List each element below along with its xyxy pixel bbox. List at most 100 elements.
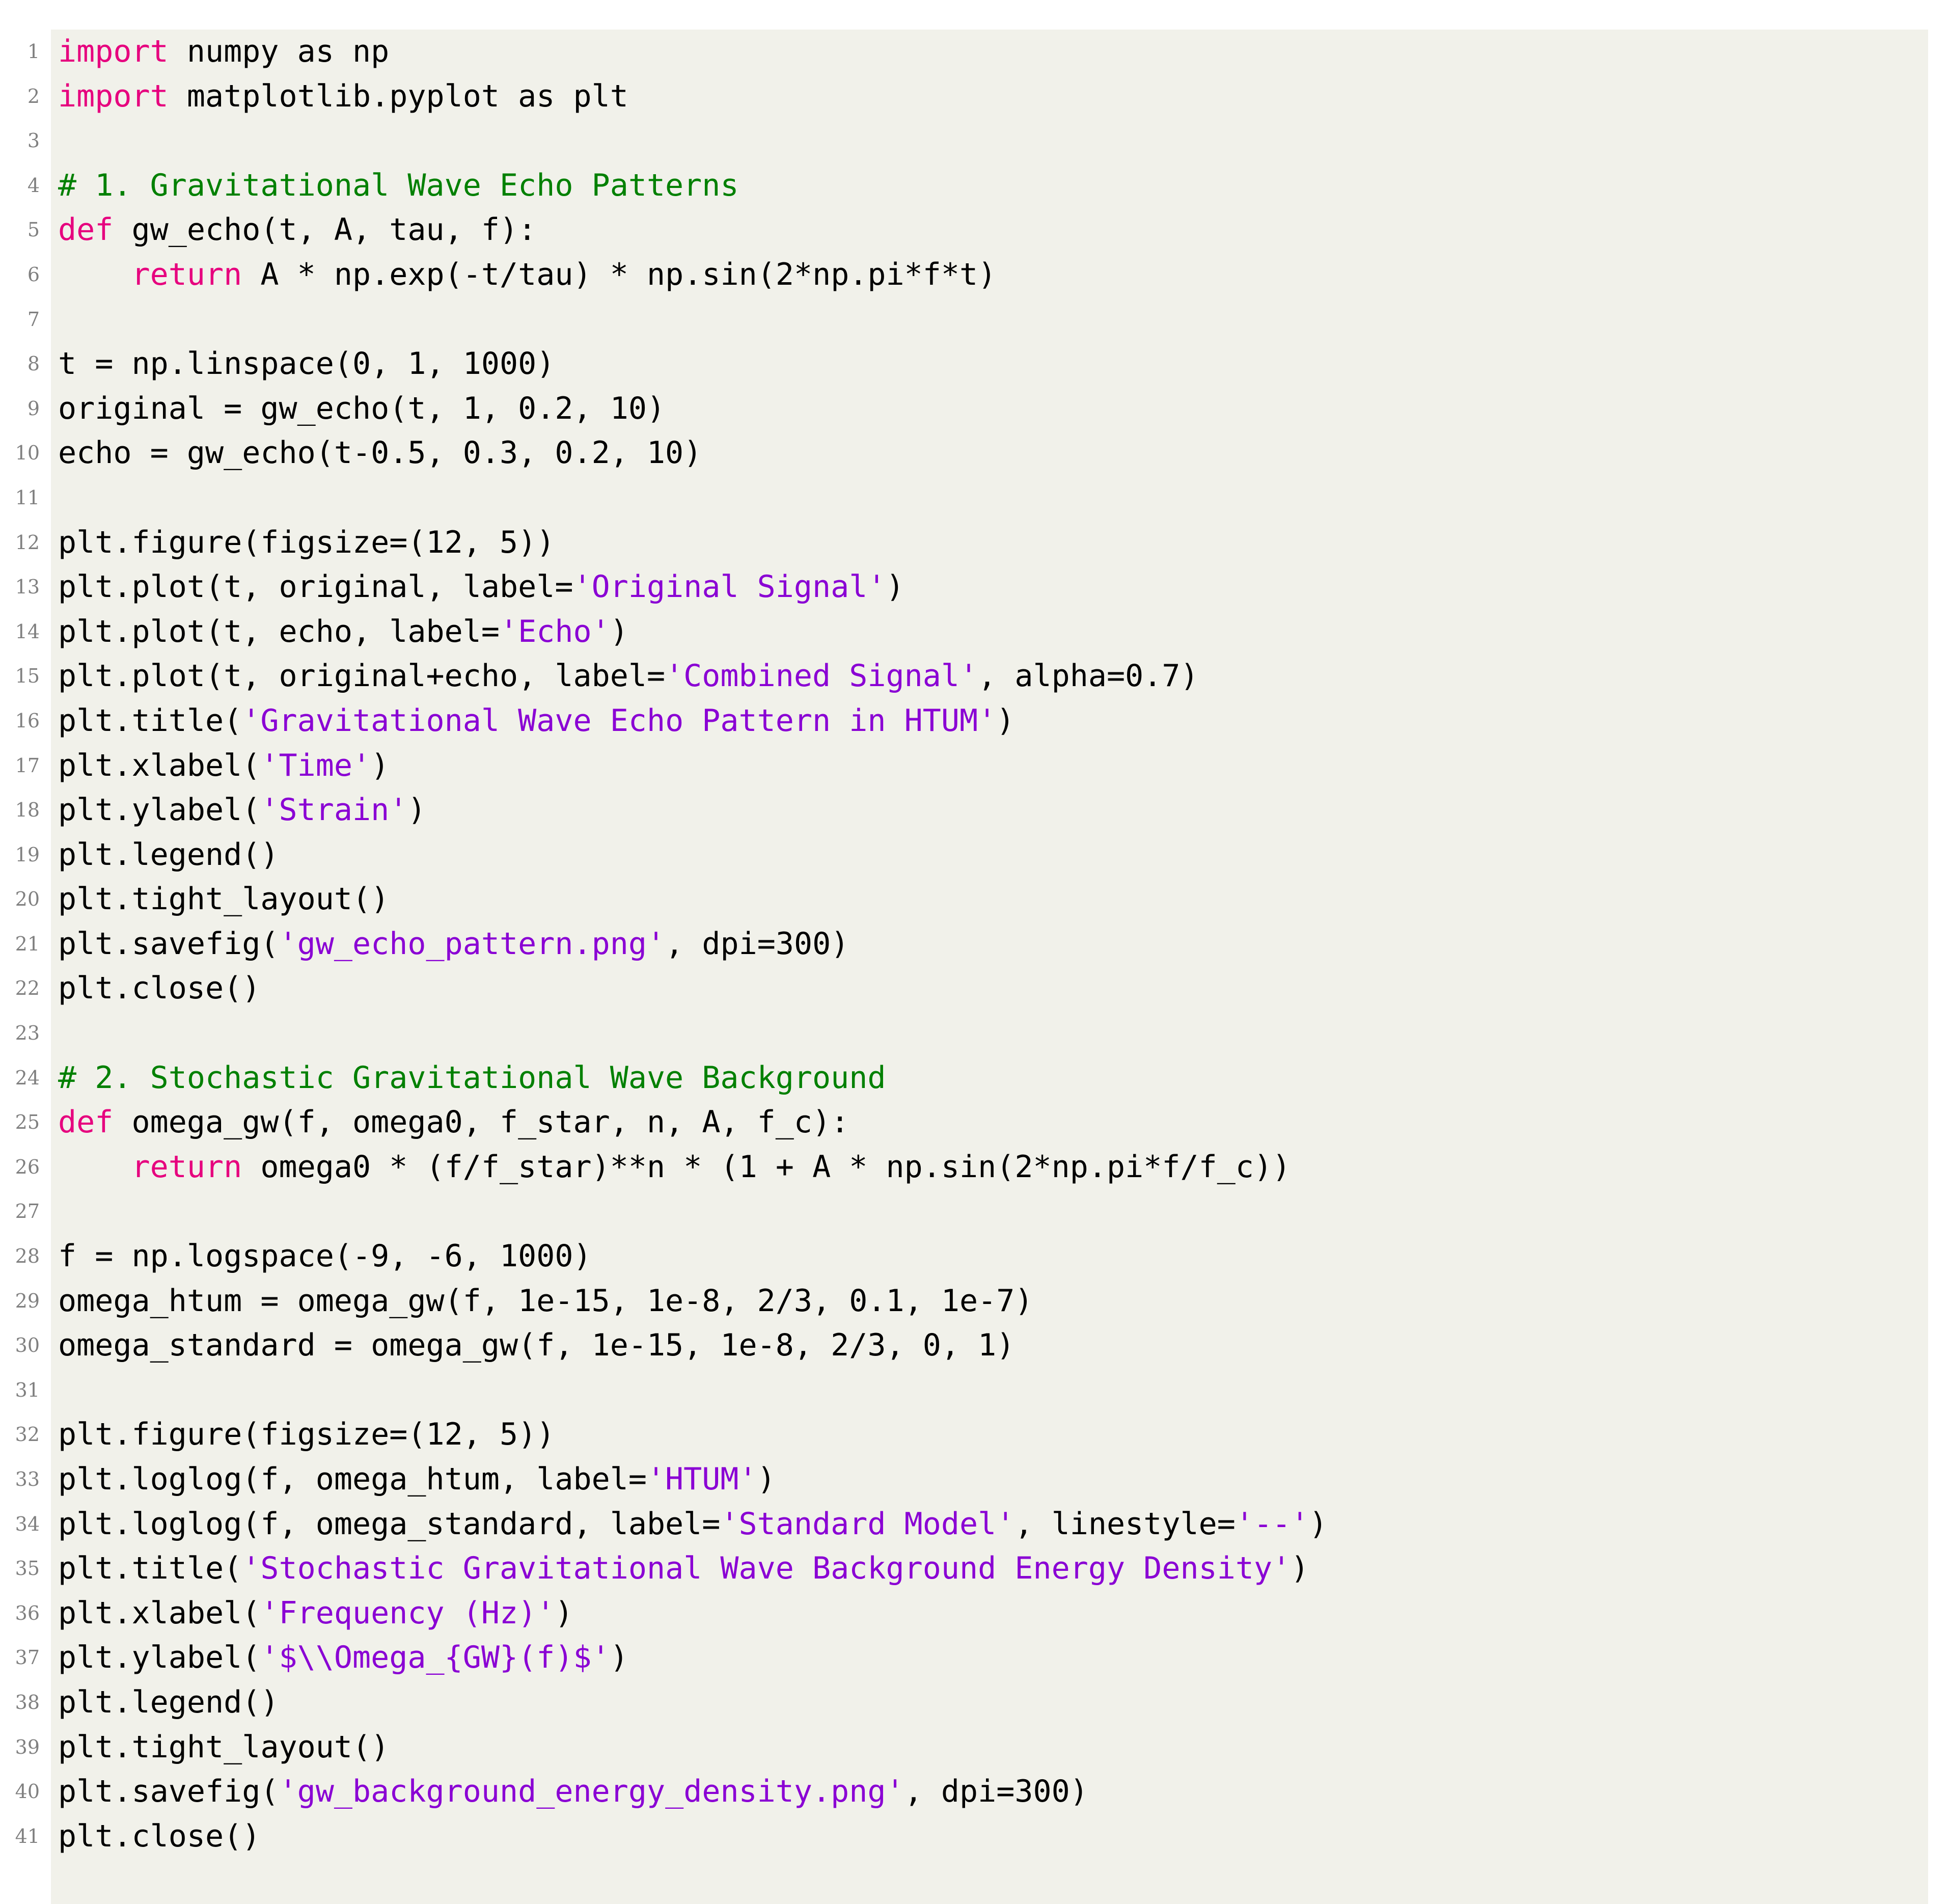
code-line[interactable]: 22 plt.close() (15, 966, 1928, 1011)
token-txt: plt.plot(t, echo, label= (58, 613, 500, 649)
token-kw: import (58, 78, 169, 114)
code-line[interactable]: 13 plt.plot(t, original, label='Original … (15, 565, 1928, 610)
token-str: 'Strain' (260, 792, 408, 828)
code-line[interactable]: 8 t = np.linspace(0, 1, 1000) (28, 342, 1928, 387)
token-str: 'Echo' (499, 613, 610, 649)
line-number: 5 (27, 219, 40, 241)
code-line-source: plt.close() (58, 966, 260, 1011)
code-line[interactable]: 24 # 2. Stochastic Gravitational Wave Bac… (15, 1056, 1928, 1101)
code-line[interactable]: 35 plt.title('Stochastic Gravitational Wa… (15, 1546, 1928, 1591)
code-line[interactable]: 28 f = np.logspace(-9, -6, 1000) (15, 1234, 1928, 1279)
code-line-source: # 2. Stochastic Gravitational Wave Backg… (58, 1056, 886, 1101)
code-line-source: import matplotlib.pyplot as plt (58, 74, 628, 119)
code-line[interactable]: 1 import numpy as np (28, 30, 1928, 74)
code-line[interactable]: 11 (15, 476, 1928, 521)
code-line[interactable]: 7 (28, 297, 1928, 342)
code-line[interactable]: 21 plt.savefig('gw_echo_pattern.png', dpi… (15, 922, 1928, 967)
line-number: 40 (15, 1780, 40, 1803)
code-line[interactable]: 39 plt.tight_layout() (15, 1725, 1928, 1770)
token-txt: ) (757, 1461, 776, 1497)
code-line-source: plt.tight_layout() (58, 877, 389, 922)
code-line[interactable]: 25 def omega_gw(f, omega0, f_star, n, A, … (15, 1100, 1928, 1145)
token-txt: matplotlib.pyplot as plt (168, 78, 628, 114)
token-txt: ) (996, 702, 1015, 739)
code-line[interactable]: 38 plt.legend() (15, 1680, 1928, 1725)
code-line[interactable]: 36 plt.xlabel('Frequency (Hz)') (15, 1591, 1928, 1636)
code-line[interactable]: 15 plt.plot(t, original+echo, label='Comb… (15, 654, 1928, 699)
token-txt: ) (610, 613, 628, 649)
code-line-source: plt.close() (58, 1814, 260, 1859)
line-number: 2 (27, 85, 40, 107)
code-line[interactable]: 12 plt.figure(figsize=(12, 5)) (15, 521, 1928, 565)
line-number: 25 (15, 1111, 40, 1134)
code-line-source: plt.plot(t, echo, label='Echo') (58, 610, 628, 655)
line-number: 9 (27, 397, 40, 420)
code-line-source: f = np.logspace(-9, -6, 1000) (58, 1234, 592, 1279)
token-txt: omega_htum = omega_gw(f, 1e-15, 1e-8, 2/… (58, 1283, 1033, 1319)
code-line-source: plt.ylabel('$\\Omega_{GW}(f)$') (58, 1636, 628, 1680)
code-line[interactable]: 20 plt.tight_layout() (15, 877, 1928, 922)
token-txt: plt.title( (58, 1551, 242, 1587)
token-kw: def (58, 1104, 114, 1140)
token-txt: f = np.logspace(-9, -6, 1000) (58, 1238, 592, 1274)
token-str: '$\\Omega_{GW}(f)$' (260, 1640, 610, 1676)
code-line[interactable]: 31 (15, 1368, 1928, 1413)
token-txt: A * np.exp(-t/tau) * np.sin(2*np.pi*f*t) (242, 256, 997, 292)
line-number: 4 (27, 174, 40, 197)
token-txt: t = np.linspace(0, 1, 1000) (58, 346, 555, 382)
token-com: # 2. Stochastic Gravitational Wave Backg… (58, 1059, 886, 1096)
code-line[interactable]: 9 original = gw_echo(t, 1, 0.2, 10) (28, 387, 1928, 431)
line-number: 8 (27, 352, 40, 375)
code-line-source: plt.title('Gravitational Wave Echo Patte… (58, 699, 1014, 744)
line-number: 16 (15, 709, 40, 732)
token-txt: plt.savefig( (58, 1774, 279, 1810)
token-txt: plt.close() (58, 1818, 261, 1854)
code-line[interactable]: 29 omega_htum = omega_gw(f, 1e-15, 1e-8, … (15, 1279, 1928, 1324)
token-txt: ) (1309, 1506, 1328, 1542)
code-line[interactable]: 34 plt.loglog(f, omega_standard, label='S… (15, 1502, 1928, 1547)
line-number: 37 (15, 1646, 40, 1669)
token-str: 'Combined Signal' (665, 658, 978, 694)
token-txt: plt.close() (58, 970, 261, 1007)
code-line-source: def gw_echo(t, A, tau, f): (58, 208, 536, 253)
token-str: 'Original Signal' (573, 569, 886, 605)
code-line[interactable]: 27 (15, 1189, 1928, 1234)
code-line[interactable]: 30 omega_standard = omega_gw(f, 1e-15, 1e… (15, 1323, 1928, 1368)
code-line[interactable]: 16 plt.title('Gravitational Wave Echo Pat… (15, 699, 1928, 744)
line-number: 19 (15, 843, 40, 866)
token-str: 'Time' (260, 747, 371, 783)
code-line[interactable]: 37 plt.ylabel('$\\Omega_{GW}(f)$') (15, 1636, 1928, 1680)
code-listing: 1 import numpy as np 2 import matplotlib.py… (0, 0, 1948, 1904)
code-line-source: plt.savefig('gw_echo_pattern.png', dpi=3… (58, 922, 849, 967)
code-line[interactable]: 19 plt.legend() (15, 833, 1928, 878)
token-txt: plt.tight_layout() (58, 881, 390, 917)
code-line[interactable]: 5 def gw_echo(t, A, tau, f): (28, 208, 1928, 253)
code-line[interactable]: 18 plt.ylabel('Strain') (15, 788, 1928, 833)
code-line[interactable]: 40 plt.savefig('gw_background_energy_dens… (15, 1770, 1928, 1814)
code-lines-container[interactable]: 1 import numpy as np 2 import matplotlib.py… (15, 30, 1928, 1859)
token-txt: plt.loglog(f, omega_htum, label= (58, 1461, 647, 1497)
token-txt: plt.ylabel( (58, 1640, 261, 1676)
token-txt: , dpi=300) (904, 1774, 1088, 1810)
code-line[interactable]: 32 plt.figure(figsize=(12, 5)) (15, 1412, 1928, 1457)
line-number: 36 (15, 1601, 40, 1624)
code-line[interactable]: 14 plt.plot(t, echo, label='Echo') (15, 610, 1928, 655)
code-line-source: plt.xlabel('Frequency (Hz)') (58, 1591, 573, 1636)
code-line[interactable]: 33 plt.loglog(f, omega_htum, label='HTUM'… (15, 1457, 1928, 1502)
code-line[interactable]: 23 (15, 1011, 1928, 1056)
code-line[interactable]: 41 plt.close() (15, 1814, 1928, 1859)
line-number: 38 (15, 1691, 40, 1713)
code-line[interactable]: 17 plt.xlabel('Time') (15, 744, 1928, 788)
token-txt: ) (407, 792, 426, 828)
code-line-source: # 1. Gravitational Wave Echo Patterns (58, 164, 739, 208)
token-str: '--' (1235, 1506, 1309, 1542)
line-number: 1 (27, 40, 40, 63)
token-txt: ) (886, 569, 904, 605)
code-line[interactable]: 6 return A * np.exp(-t/tau) * np.sin(2*n… (28, 253, 1928, 297)
code-line[interactable]: 3 (28, 119, 1928, 164)
code-line[interactable]: 4 # 1. Gravitational Wave Echo Patterns (28, 164, 1928, 208)
code-line[interactable]: 2 import matplotlib.pyplot as plt (28, 74, 1928, 119)
code-line[interactable]: 10 echo = gw_echo(t-0.5, 0.3, 0.2, 10) (15, 431, 1928, 476)
code-line[interactable]: 26 return omega0 * (f/f_star)**n * (1 + … (15, 1145, 1928, 1190)
